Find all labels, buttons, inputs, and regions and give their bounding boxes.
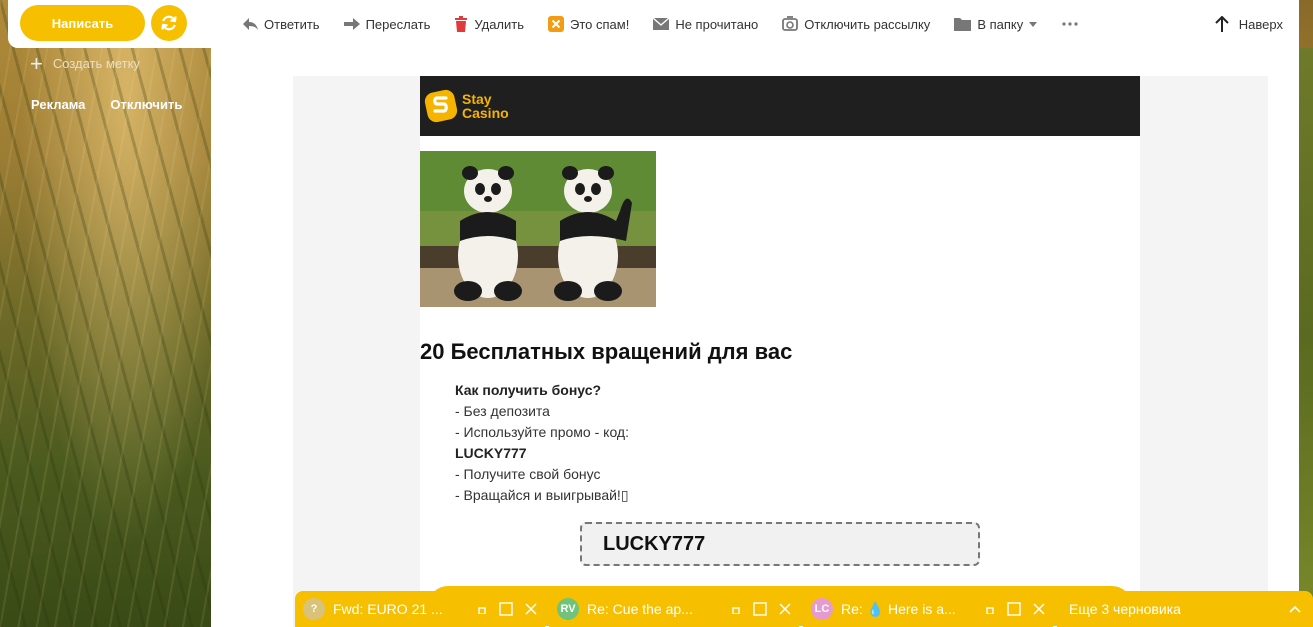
create-label-text: Создать метку — [52, 56, 140, 71]
forward-icon — [343, 18, 360, 30]
unsubscribe-icon — [782, 16, 799, 31]
top-toolbar: Написать Ответить Переслать Удалить Это … — [8, 0, 1299, 48]
forward-button[interactable]: Переслать — [332, 0, 443, 48]
email-headline: 20 Бесплатных вращений для вас — [420, 339, 793, 364]
ad-row: Реклама Отключить — [31, 97, 182, 112]
close-icon — [779, 603, 791, 615]
draft-tab[interactable]: RV Re: Cue the ap... — [549, 591, 799, 627]
email-body: Stay Casino 20 Бесплатных вращений для в… — [420, 76, 1140, 627]
expand-button[interactable] — [753, 602, 767, 616]
unsubscribe-label: Отключить рассылку — [804, 16, 931, 32]
expand-icon — [499, 602, 513, 616]
spam-icon — [548, 16, 565, 32]
spam-label: Это спам! — [570, 16, 630, 32]
caret-down-icon — [1029, 22, 1038, 27]
unsubscribe-button[interactable]: Отключить рассылку — [770, 0, 942, 48]
step-line: - Используйте промо - код: — [455, 424, 629, 440]
drafts-bar: ? Fwd: EURO 21 ... RV Re: Cue the ap... … — [295, 591, 1313, 627]
casino-logo-icon — [424, 89, 458, 123]
spam-button[interactable]: Это спам! — [536, 0, 641, 48]
step-promo-code: LUCKY777 — [455, 445, 527, 461]
delete-label: Удалить — [474, 16, 525, 32]
minimize-button[interactable] — [985, 604, 995, 614]
step-line: - Вращайся и выигрывай!▯ — [455, 487, 629, 503]
pandas-illustration — [420, 151, 656, 307]
close-button[interactable] — [779, 603, 791, 615]
ad-disable-link[interactable]: Отключить — [110, 97, 182, 112]
message-view: Stay Casino 20 Бесплатных вращений для в… — [211, 48, 1299, 627]
more-drafts-label: Еще 3 черновика — [1069, 601, 1181, 617]
stay-casino-logo[interactable]: Stay Casino — [424, 89, 509, 123]
chevron-up-icon — [1289, 605, 1301, 613]
scroll-to-top-label: Наверх — [1238, 16, 1283, 32]
expand-button[interactable] — [499, 602, 513, 616]
avatar: RV — [557, 598, 579, 620]
minimize-button[interactable] — [731, 604, 741, 614]
ad-label: Реклама — [31, 97, 86, 112]
trash-icon — [455, 16, 468, 32]
avatar: LC — [811, 598, 833, 620]
promo-code-box[interactable]: LUCKY777 — [580, 522, 980, 566]
minimize-icon — [478, 607, 486, 614]
step-line: - Без депозита — [455, 403, 550, 419]
compose-button[interactable]: Написать — [20, 5, 145, 41]
move-to-folder-button[interactable]: В папку — [942, 0, 1050, 48]
avatar: ? — [303, 598, 325, 620]
mark-unread-label: Не прочитано — [675, 16, 759, 32]
refresh-button[interactable] — [151, 5, 187, 41]
draft-title: Fwd: EURO 21 ... — [333, 601, 443, 617]
reply-icon — [243, 18, 258, 30]
draft-tab[interactable]: ? Fwd: EURO 21 ... — [295, 591, 545, 627]
brand-header: Stay Casino — [420, 76, 1140, 136]
draft-title: Re: Cue the ap... — [587, 601, 693, 617]
minimize-icon — [732, 607, 740, 614]
delete-button[interactable]: Удалить — [442, 0, 536, 48]
reply-label: Ответить — [264, 16, 320, 32]
draft-tab[interactable]: LC Re: 💧 Here is a... — [803, 591, 1053, 627]
more-dots-icon — [1062, 22, 1078, 26]
panda-image — [420, 151, 656, 307]
steps-title: Как получить бонус? — [455, 382, 602, 398]
scroll-to-top-button[interactable]: Наверх — [1215, 0, 1283, 48]
email-frame: Stay Casino 20 Бесплатных вращений для в… — [293, 76, 1268, 627]
draft-title: Re: 💧 Here is a... — [841, 600, 956, 617]
expand-icon — [753, 602, 767, 616]
close-button[interactable] — [525, 603, 537, 615]
expand-button[interactable] — [1007, 602, 1021, 616]
bonus-steps: Как получить бонус? - Без депозита - Исп… — [455, 380, 629, 506]
message-toolbar: Ответить Переслать Удалить Это спам! Не … — [230, 0, 1096, 48]
close-icon — [525, 603, 537, 615]
logo-word-1: Stay — [462, 91, 492, 107]
reply-button[interactable]: Ответить — [230, 0, 332, 48]
refresh-icon — [161, 15, 177, 31]
logo-wordmark: Stay Casino — [462, 92, 509, 120]
create-label-button[interactable]: + Создать метку — [30, 50, 140, 76]
plus-icon: + — [30, 50, 43, 76]
more-drafts-button[interactable]: Еще 3 черновика — [1057, 591, 1313, 627]
minimize-icon — [986, 607, 994, 614]
close-button[interactable] — [1033, 603, 1045, 615]
expand-icon — [1007, 602, 1021, 616]
forward-label: Переслать — [365, 16, 431, 32]
mark-unread-button[interactable]: Не прочитано — [641, 0, 770, 48]
background-image — [0, 0, 211, 627]
minimize-button[interactable] — [477, 604, 487, 614]
step-line: - Получите свой бонус — [455, 466, 601, 482]
envelope-icon — [653, 18, 670, 30]
move-to-folder-label: В папку — [977, 16, 1024, 32]
folder-icon — [954, 18, 972, 31]
more-actions-button[interactable] — [1050, 0, 1096, 48]
background-image-right — [1299, 48, 1313, 627]
logo-word-2: Casino — [462, 105, 509, 121]
close-icon — [1033, 603, 1045, 615]
arrow-up-icon — [1215, 16, 1229, 32]
